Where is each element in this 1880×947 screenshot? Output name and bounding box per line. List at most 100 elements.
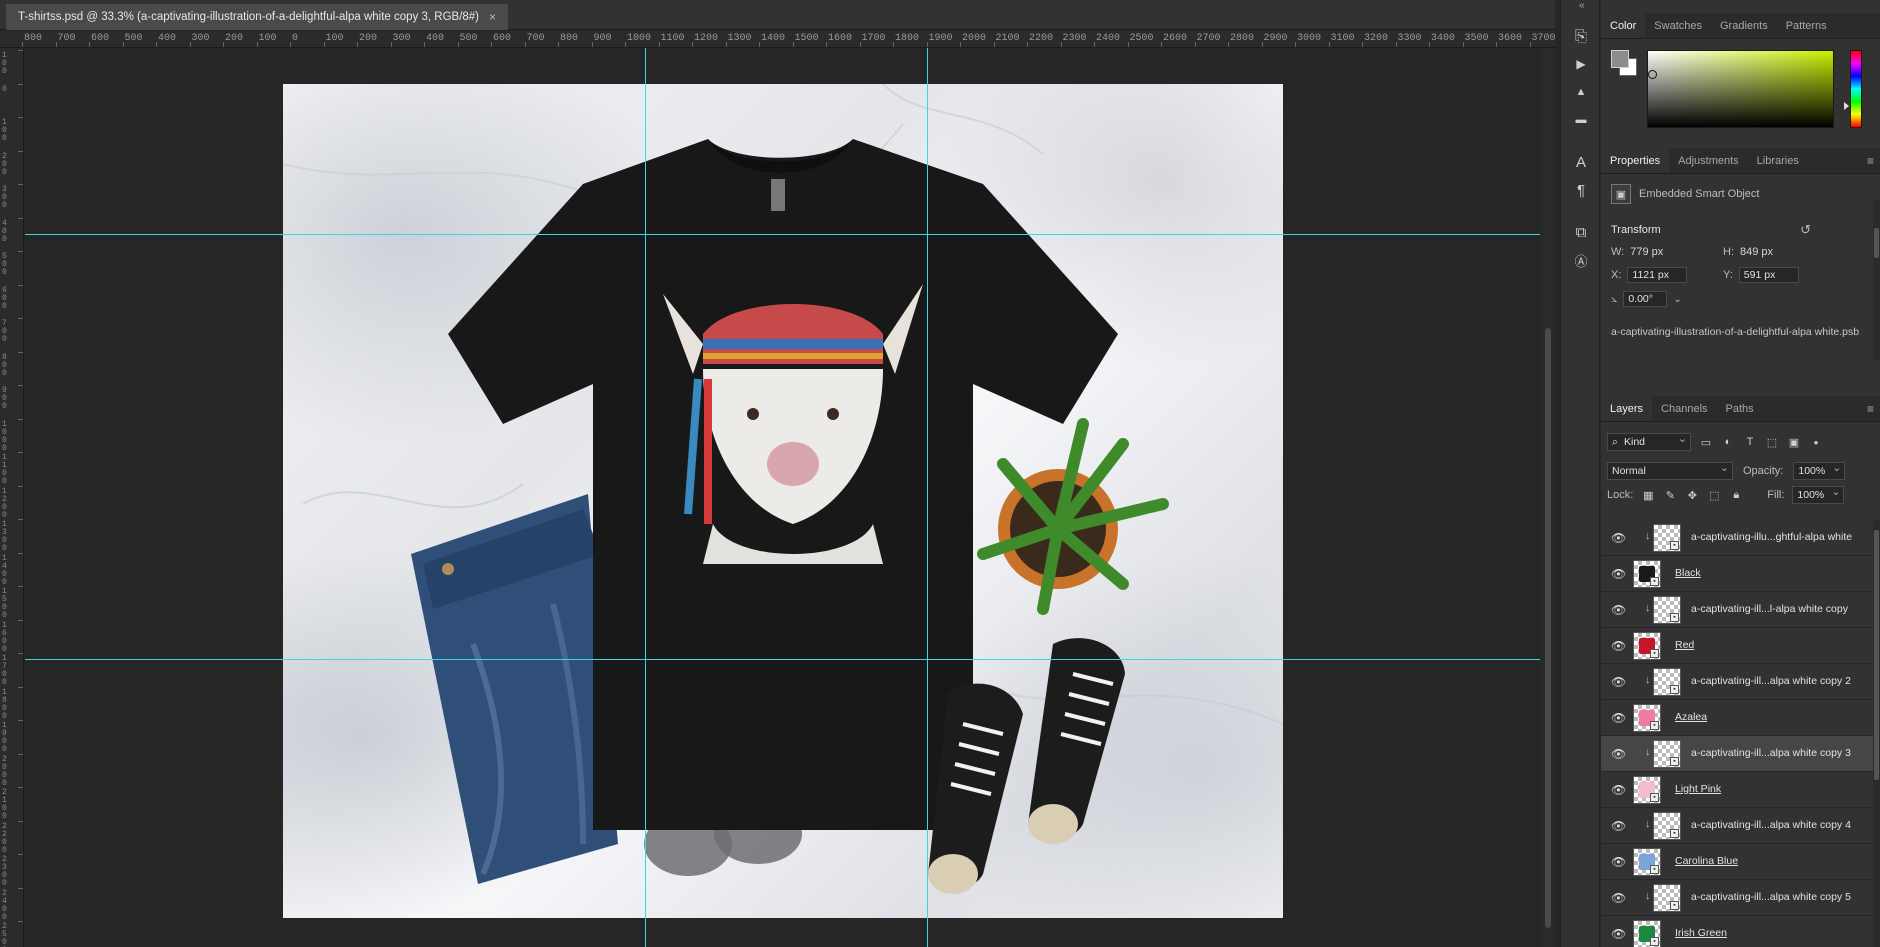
filter-toggle-icon[interactable]: ● (1809, 435, 1823, 449)
visibility-eye-icon[interactable]: 👁︎ (1611, 603, 1626, 617)
layer-name[interactable]: Light Pink (1675, 783, 1721, 795)
layer-name[interactable]: a-captivating-ill...alpa white copy 5 (1691, 891, 1851, 903)
scrollbar-thumb[interactable] (1874, 530, 1879, 780)
character-icon[interactable]: A (1571, 152, 1591, 172)
guide-horizontal[interactable] (25, 234, 1540, 235)
layer-thumbnail[interactable]: ▪ (1653, 884, 1681, 912)
horizontal-ruler[interactable]: 800 700 600 500 400 300 200 100 0 100 200 300 400 500… (0, 31, 1555, 48)
visibility-eye-icon[interactable]: 👁︎ (1611, 891, 1626, 905)
layer-thumbnail[interactable]: ▪ (1633, 560, 1661, 588)
layer-thumbnail[interactable]: ▪ (1653, 596, 1681, 624)
properties-scrollbar[interactable] (1873, 200, 1880, 360)
x-position-input[interactable]: 1121 px (1627, 267, 1688, 283)
filter-shape-icon[interactable]: ⬚ (1765, 435, 1779, 449)
visibility-eye-icon[interactable]: 👁︎ (1611, 855, 1626, 869)
layer-name[interactable]: a-captivating-ill...alpa white copy 2 (1691, 675, 1851, 687)
filter-adjustment-icon[interactable]: ◐ (1721, 435, 1735, 449)
properties-menu-icon[interactable]: ≡ (1867, 148, 1874, 174)
layer-thumbnail[interactable]: ▪ (1653, 524, 1681, 552)
collapse-panels-icon[interactable]: « (1579, 0, 1599, 14)
copy-icon[interactable]: ⧉ (1571, 222, 1591, 242)
lock-image-icon[interactable]: ✎ (1663, 488, 1677, 502)
color-picker-cursor[interactable] (1648, 70, 1657, 79)
visibility-eye-icon[interactable]: 👁︎ (1611, 747, 1626, 761)
layer-thumbnail[interactable]: ▪ (1653, 740, 1681, 768)
filter-type-icon[interactable]: T (1743, 435, 1757, 449)
close-tab-icon[interactable]: × (489, 4, 496, 30)
tab-properties[interactable]: Properties (1601, 148, 1670, 173)
y-position-input[interactable]: 591 px (1738, 267, 1799, 283)
layer-name[interactable]: a-captivating-ill...alpa white copy 3 (1691, 747, 1851, 759)
artboard[interactable] (283, 84, 1283, 918)
lock-artboard-icon[interactable]: ⬚ (1707, 488, 1721, 502)
visibility-eye-icon[interactable]: 👁︎ (1611, 639, 1626, 653)
visibility-eye-icon[interactable]: 👁︎ (1611, 711, 1626, 725)
layers-scrollbar[interactable] (1873, 520, 1880, 947)
guide-vertical[interactable] (927, 48, 928, 947)
foreground-color-swatch[interactable] (1611, 50, 1629, 68)
guide-vertical[interactable] (645, 48, 646, 947)
visibility-eye-icon[interactable]: 👁︎ (1611, 783, 1626, 797)
visibility-eye-icon[interactable]: 👁︎ (1611, 531, 1626, 545)
layer-name[interactable]: a-captivating-ill...l-alpa white copy (1691, 603, 1848, 615)
layer-name[interactable]: Irish Green (1675, 927, 1727, 939)
layer-row[interactable]: 👁︎ ↓ ▪ a-captivating-ill...alpa white copy … (1601, 736, 1873, 772)
opacity-input[interactable]: 100% (1793, 460, 1846, 480)
visibility-eye-icon[interactable]: 👁︎ (1611, 675, 1626, 689)
layer-row[interactable]: 👁︎ ↓ ▪ a-captivating-ill...alpa white copy … (1601, 664, 1873, 700)
layer-thumbnail[interactable]: ▪ (1633, 704, 1661, 732)
layer-name[interactable]: Black (1675, 567, 1701, 579)
canvas-area[interactable] (25, 48, 1540, 947)
layer-row[interactable]: 👁︎ ↓ ▪ a-captivating-ill...alpa white copy … (1601, 880, 1873, 916)
width-value[interactable]: 779 px (1630, 246, 1663, 258)
fill-input[interactable]: 100% (1792, 484, 1845, 504)
visibility-eye-icon[interactable]: 👁︎ (1611, 819, 1626, 833)
lock-all-icon[interactable]: 🔒︎ (1729, 488, 1743, 502)
hue-slider-handle[interactable] (1844, 102, 1849, 110)
layer-name[interactable]: Red (1675, 639, 1694, 651)
layer-thumbnail[interactable]: ▪ (1653, 812, 1681, 840)
comment-icon[interactable]: ▬ (1571, 110, 1591, 130)
layer-row[interactable]: 👁︎ ↓ ▪ a-captivating-ill...l-alpa white cop… (1601, 592, 1873, 628)
visibility-eye-icon[interactable]: 👁︎ (1611, 567, 1626, 581)
tab-adjustments[interactable]: Adjustments (1669, 148, 1748, 173)
layers-menu-icon[interactable]: ≡ (1867, 396, 1874, 422)
layer-name[interactable]: a-captivating-ill...alpa white copy 4 (1691, 819, 1851, 831)
lock-position-icon[interactable]: ✥ (1685, 488, 1699, 502)
layer-row[interactable]: 👁︎ ▪ Red (1601, 628, 1873, 664)
scrollbar-thumb[interactable] (1874, 228, 1879, 258)
color-picker-field[interactable] (1647, 50, 1834, 128)
layer-thumbnail[interactable]: ▪ (1633, 848, 1661, 876)
stamp-icon[interactable]: ▲ (1571, 82, 1591, 102)
layer-row[interactable]: 👁︎ ↓ ▪ a-captivating-illu...ghtful-alpa whi… (1601, 520, 1873, 556)
layer-name[interactable]: Carolina Blue (1675, 855, 1738, 867)
layer-thumbnail[interactable]: ▪ (1633, 920, 1661, 947)
layer-row[interactable]: 👁︎ ▪ Azalea (1601, 700, 1873, 736)
layer-thumbnail[interactable]: ▪ (1633, 632, 1661, 660)
document-tab[interactable]: T-shirtss.psd @ 33.3% (a-captivating-ill… (6, 4, 509, 30)
layer-row[interactable]: 👁︎ ▪ Light Pink (1601, 772, 1873, 808)
angle-dropdown-icon[interactable]: ⌄ (1673, 294, 1681, 305)
visibility-eye-icon[interactable]: 👁︎ (1611, 927, 1626, 941)
layer-row[interactable]: 👁︎ ▪ Irish Green (1601, 916, 1873, 947)
filter-smart-object-icon[interactable]: ▣ (1787, 435, 1801, 449)
reset-transform-icon[interactable]: ↺ (1800, 222, 1811, 238)
play-icon[interactable]: ▶ (1571, 54, 1591, 74)
angle-input[interactable]: 0.00° (1623, 291, 1668, 307)
layer-row[interactable]: 👁︎ ▪ Carolina Blue (1601, 844, 1873, 880)
paragraph-icon[interactable]: ¶ (1571, 180, 1591, 200)
canvas-scrollbar[interactable] (1541, 48, 1555, 947)
height-value[interactable]: 849 px (1740, 246, 1773, 258)
lock-transparent-icon[interactable]: ▦ (1641, 488, 1655, 502)
layer-filter-kind-select[interactable]: ⌕ Kind (1607, 431, 1691, 451)
hue-slider[interactable] (1850, 50, 1862, 128)
guide-horizontal[interactable] (25, 659, 1540, 660)
glyphs-icon[interactable]: Ⓐ (1571, 250, 1591, 270)
layer-thumbnail[interactable]: ▪ (1633, 776, 1661, 804)
layer-row[interactable]: 👁︎ ▪ Black (1601, 556, 1873, 592)
tab-paths[interactable]: Paths (1717, 396, 1763, 421)
tab-libraries[interactable]: Libraries (1748, 148, 1808, 173)
blend-mode-select[interactable]: Normal (1607, 460, 1733, 480)
layer-row[interactable]: 👁︎ ↓ ▪ a-captivating-ill...alpa white copy … (1601, 808, 1873, 844)
layer-name[interactable]: a-captivating-illu...ghtful-alpa white (1691, 531, 1852, 543)
